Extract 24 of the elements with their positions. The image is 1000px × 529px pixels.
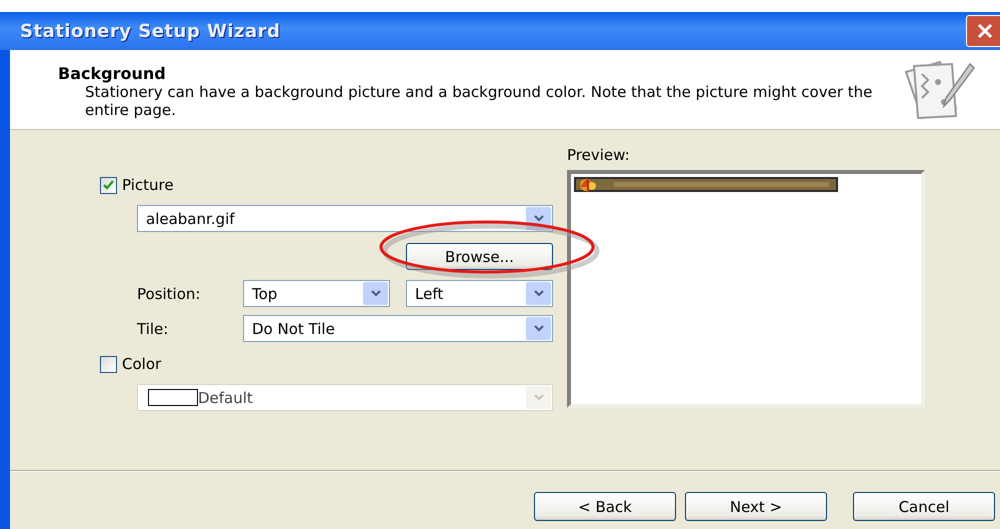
checkbox[interactable] bbox=[100, 176, 117, 194]
checkbox-label[interactable]: Picture bbox=[122, 176, 174, 194]
page-description: Stationery can have a background picture and a background color. Note that the picture might cover the entire page. bbox=[84, 83, 874, 119]
tile-label: Tile: bbox=[137, 320, 170, 338]
vertical-position-dropdown[interactable]: Top bbox=[243, 280, 390, 307]
preview-label: Preview: bbox=[567, 146, 631, 166]
wizard-button[interactable]: < Back bbox=[534, 492, 676, 521]
page-heading: Background bbox=[58, 64, 167, 83]
horizontal-position-dropdown[interactable]: Left bbox=[406, 280, 553, 307]
wizard-button[interactable]: Cancel bbox=[853, 492, 995, 521]
file-dropdown[interactable]: aleabanr.gif bbox=[137, 205, 553, 232]
window-title: Stationery Setup Wizard bbox=[20, 20, 280, 42]
chevron-down-icon bbox=[370, 290, 380, 297]
browse-button[interactable]: Browse... bbox=[406, 243, 553, 270]
position-label: Position: bbox=[137, 284, 202, 302]
chevron-down-icon bbox=[534, 394, 544, 401]
chevron-down-icon bbox=[534, 325, 544, 332]
chevron-down-icon bbox=[534, 290, 544, 297]
close-button[interactable] bbox=[966, 15, 1000, 47]
chevron-down-icon bbox=[534, 215, 544, 222]
wizard-button[interactable]: Next > bbox=[685, 492, 827, 521]
color-swatch bbox=[148, 389, 198, 406]
close-icon bbox=[977, 23, 993, 39]
tile-dropdown[interactable]: Do Not Tile bbox=[243, 315, 553, 342]
